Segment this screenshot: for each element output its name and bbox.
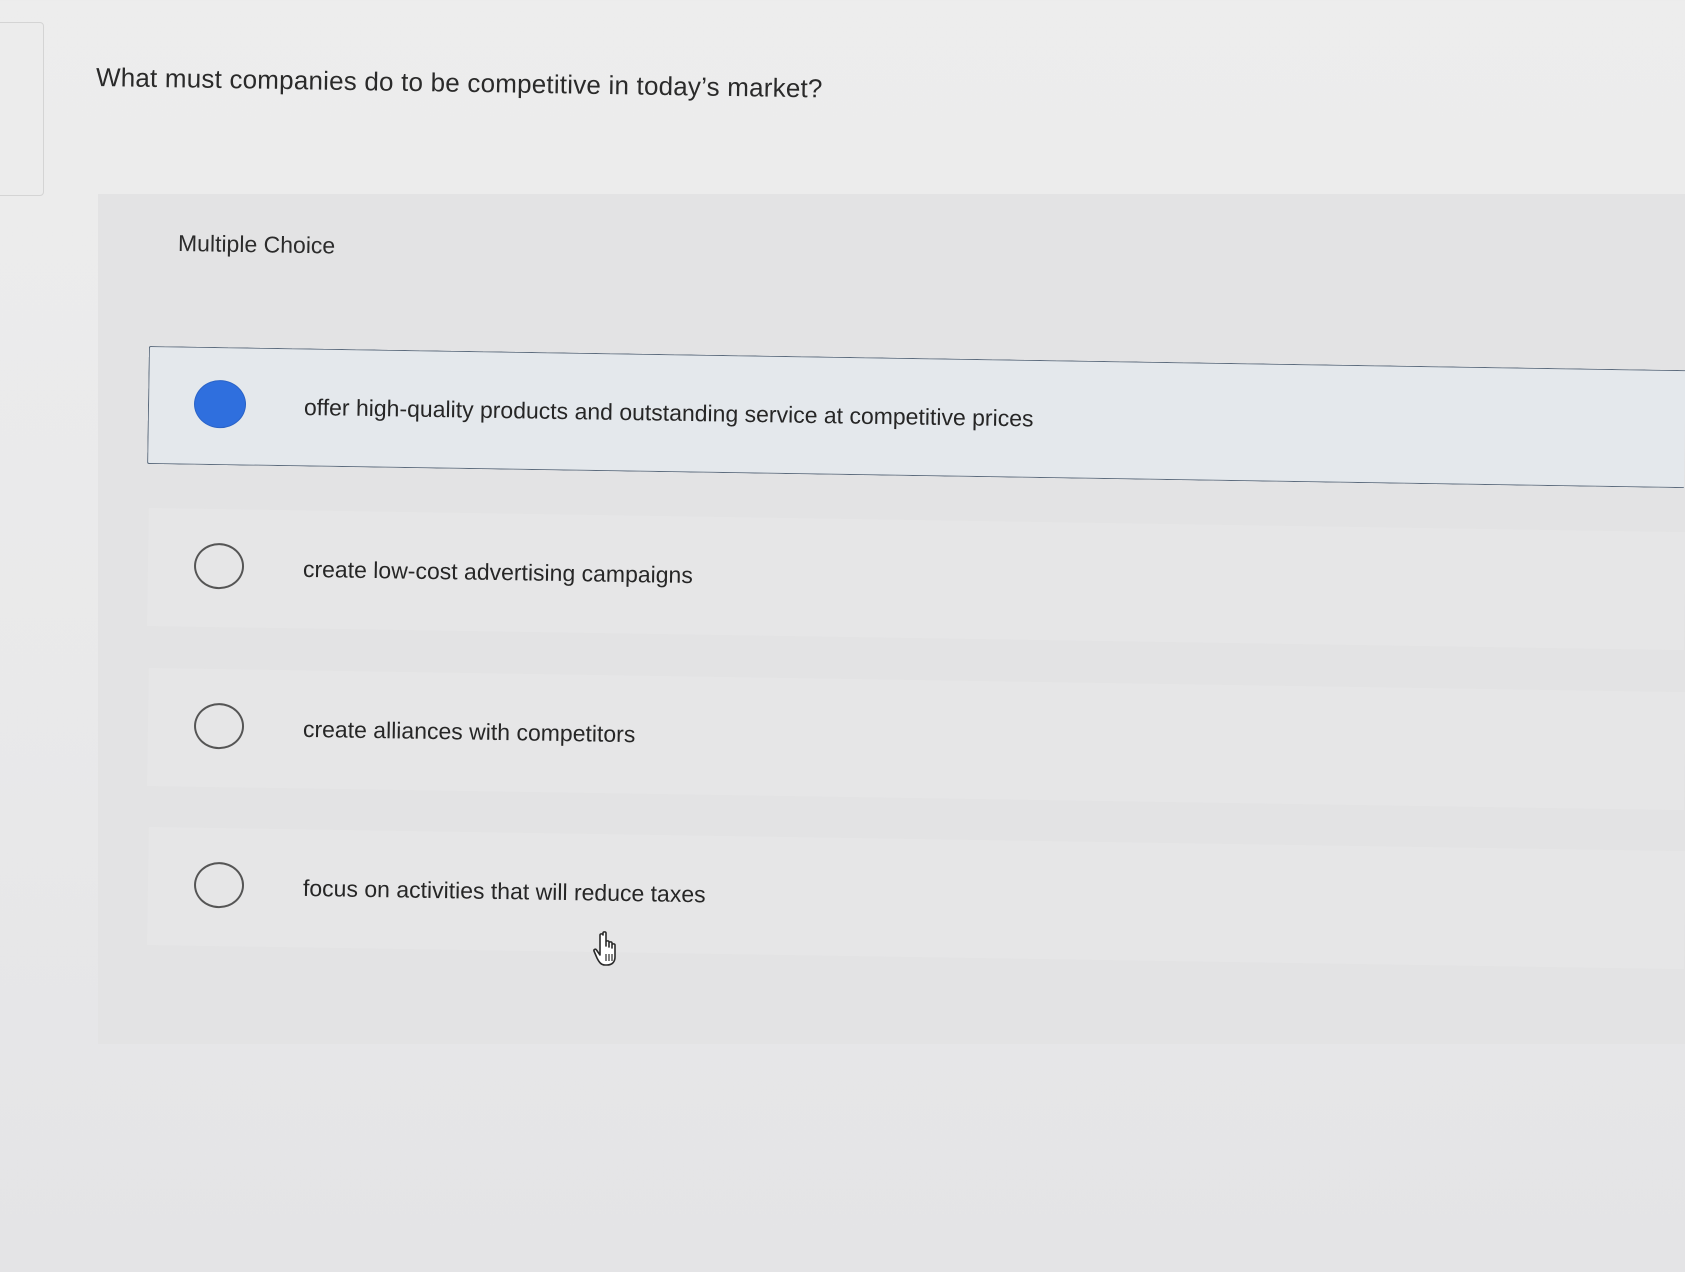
radio-button[interactable] bbox=[193, 702, 245, 750]
option-4[interactable]: focus on activities that will reduce tax… bbox=[147, 827, 1685, 970]
question-type-label: Multiple Choice bbox=[177, 230, 336, 259]
radio-button[interactable] bbox=[193, 861, 245, 909]
option-2[interactable]: create low-cost advertising campaigns bbox=[147, 508, 1685, 651]
option-3[interactable]: create alliances with competitors bbox=[147, 668, 1685, 811]
option-label: offer high-quality products and outstand… bbox=[303, 393, 1034, 432]
radio-button[interactable] bbox=[193, 542, 245, 590]
radio-button-selected[interactable] bbox=[194, 380, 246, 428]
question-text: What must companies do to be competitive… bbox=[95, 62, 823, 104]
option-label: focus on activities that will reduce tax… bbox=[302, 874, 706, 908]
option-label: create alliances with competitors bbox=[302, 715, 636, 748]
option-label: create low-cost advertising campaigns bbox=[302, 555, 694, 589]
option-1[interactable]: offer high-quality products and outstand… bbox=[147, 346, 1685, 489]
side-tab[interactable] bbox=[0, 22, 44, 196]
hand-pointer-icon bbox=[593, 931, 616, 966]
